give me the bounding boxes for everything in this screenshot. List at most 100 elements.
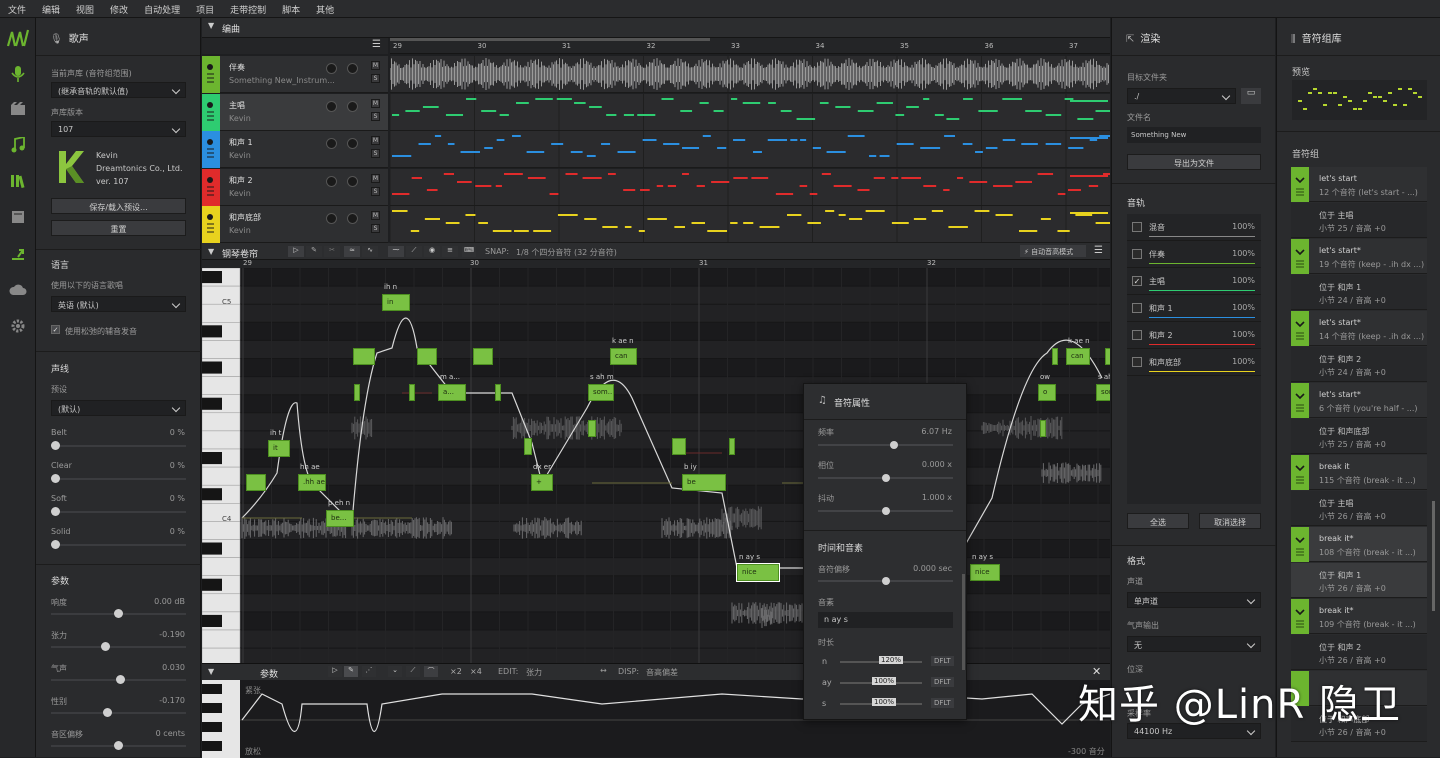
note-group-item[interactable]: let's start 12 个音符 (let's start - ...) <box>1291 167 1427 202</box>
menu-modify[interactable]: 修改 <box>102 0 136 16</box>
waveform-toggle-icon[interactable]: ◉ <box>424 246 440 257</box>
note-block[interactable]: + <box>531 474 553 491</box>
group-reference-item[interactable]: 位于 和声 2 小节 24 / 音高 +0 <box>1291 347 1427 382</box>
note-block[interactable] <box>473 348 493 365</box>
track-lane[interactable] <box>390 131 1110 168</box>
note-block[interactable] <box>588 420 596 437</box>
default-button[interactable]: DFLT <box>931 656 954 666</box>
menu-icon[interactable]: ☰ <box>372 39 381 50</box>
belt-slider[interactable] <box>51 441 186 450</box>
breath-output-select[interactable]: 无 <box>1127 636 1261 652</box>
note-block[interactable]: nice <box>737 564 779 581</box>
settings-gear-icon[interactable] <box>0 308 36 344</box>
solo-button[interactable]: S <box>371 149 380 158</box>
pan-knob[interactable] <box>347 100 358 112</box>
breathiness-slider[interactable] <box>51 675 186 684</box>
track-header[interactable]: 伴奏 Something New_Instrum... M S <box>202 56 388 93</box>
pointer-tool-icon[interactable]: ▷ <box>288 246 304 257</box>
slider-knob[interactable] <box>51 507 60 516</box>
slider-knob[interactable] <box>114 609 123 618</box>
menu-view[interactable]: 视图 <box>68 0 102 16</box>
group-reference-item[interactable]: 位于 和声底部 小节 25 / 音高 +0 <box>1291 419 1427 454</box>
group-reference-item[interactable]: 位于 和声 1 小节 26 / 音高 +0 <box>1291 563 1427 598</box>
filename-input[interactable]: Something New <box>1127 127 1261 143</box>
slider-knob[interactable] <box>116 675 125 684</box>
version-select[interactable]: 107 <box>51 121 186 137</box>
tension-slider[interactable] <box>51 642 186 651</box>
default-button[interactable]: DFLT <box>931 698 954 708</box>
gender-slider[interactable] <box>51 708 186 717</box>
offset-slider[interactable] <box>818 577 953 585</box>
group-reference-item[interactable]: 位于 和声 2 小节 26 / 音高 +0 <box>1291 635 1427 670</box>
note-block[interactable]: a... <box>438 384 466 401</box>
group-reference-item[interactable]: 位于 和声 1 小节 24 / 音高 +0 <box>1291 275 1427 310</box>
library-icon[interactable] <box>0 163 36 199</box>
duration-value[interactable]: 100% <box>872 677 897 685</box>
pitch-offset-slider[interactable] <box>51 741 186 750</box>
export-icon[interactable] <box>0 236 36 272</box>
language-select[interactable]: 英语 (默认) <box>51 296 186 312</box>
pitch-tool-icon[interactable]: ≈ <box>344 246 360 257</box>
group-chevron-icon[interactable] <box>1291 311 1309 346</box>
menu-icon[interactable]: ☰ <box>1094 245 1103 256</box>
folder-browse-icon[interactable]: ▭ <box>1241 88 1261 104</box>
channel-select[interactable]: 单声道 <box>1127 592 1261 608</box>
track-lane[interactable] <box>390 206 1110 243</box>
group-reference-item[interactable]: 位于 主唱 小节 25 / 音高 +0 <box>1291 203 1427 238</box>
mute-button[interactable]: M <box>371 211 380 220</box>
note-block[interactable]: be <box>682 474 726 491</box>
mute-button[interactable]: M <box>371 61 380 70</box>
track-checkbox[interactable] <box>1132 357 1142 367</box>
slider-knob[interactable] <box>51 540 60 549</box>
mute-button[interactable]: M <box>371 98 380 108</box>
note-group-item[interactable]: break it 115 个音符 (break - it ...) <box>1291 455 1427 490</box>
track-checkbox[interactable] <box>1132 303 1142 313</box>
group-chevron-icon[interactable] <box>1291 455 1309 490</box>
note-block[interactable] <box>409 384 415 401</box>
slider-knob[interactable] <box>103 708 112 717</box>
mute-button[interactable]: M <box>371 136 380 145</box>
note-block[interactable] <box>495 384 501 401</box>
menu-transport[interactable]: 走带控制 <box>222 0 274 16</box>
pan-knob[interactable] <box>347 213 358 224</box>
mute-button[interactable]: M <box>371 173 380 183</box>
slider-knob[interactable] <box>882 474 890 482</box>
pan-knob[interactable] <box>347 63 358 74</box>
menu-edit[interactable]: 编辑 <box>34 0 68 16</box>
group-chevron-icon[interactable] <box>1291 383 1309 418</box>
volume-knob[interactable] <box>326 175 337 187</box>
keyboard-icon[interactable]: ⌨ <box>462 246 476 257</box>
note-block[interactable] <box>417 348 437 365</box>
auto-pitch-button[interactable]: ⚡ 自动音高模式 <box>1020 245 1086 257</box>
piano-roll[interactable]: C5 C4 it ih t .hh ae hh ae be... p eh n in ih n… <box>202 268 1110 663</box>
track-lane[interactable] <box>390 56 1110 93</box>
slider-knob[interactable] <box>890 441 898 449</box>
note-block[interactable] <box>1105 348 1110 365</box>
note-block[interactable]: .hh ae <box>298 474 326 491</box>
note-group-item[interactable]: break it* 108 个音符 (break - it ...) <box>1291 527 1427 562</box>
export-file-button[interactable]: 导出为文件 <box>1127 154 1261 170</box>
collapse-chevron-icon[interactable]: ▼ <box>208 247 214 256</box>
slider-knob[interactable] <box>51 474 60 483</box>
relaxed-consonant-checkbox[interactable]: ✓ <box>51 325 60 334</box>
note-block[interactable]: it <box>268 440 290 457</box>
preset-select[interactable]: (默认) <box>51 400 186 416</box>
duration-value[interactable]: 100% <box>872 698 897 706</box>
track-checkbox[interactable]: ✓ <box>1132 276 1142 286</box>
slider-knob[interactable] <box>51 441 60 450</box>
track-lane[interactable] <box>390 168 1110 206</box>
track-header[interactable]: 主唱 Kevin M S <box>202 93 388 131</box>
render-track-row[interactable]: ✓ 主唱 100% <box>1127 268 1261 295</box>
pan-knob[interactable] <box>347 175 358 187</box>
panel-scrollbar[interactable] <box>962 574 965 670</box>
render-track-row[interactable]: 混音 100% <box>1127 214 1261 241</box>
track-checkbox[interactable] <box>1132 330 1142 340</box>
volume-knob[interactable] <box>326 100 337 112</box>
note-block[interactable]: som <box>1096 384 1110 401</box>
track-header[interactable]: 和声底部 Kevin M S <box>202 206 388 243</box>
volume-knob[interactable] <box>326 63 337 74</box>
track-checkbox[interactable] <box>1132 249 1142 259</box>
deselect-button[interactable]: 取消选择 <box>1199 513 1261 529</box>
folder-input[interactable]: ./ <box>1127 88 1236 104</box>
slider-knob[interactable] <box>114 741 123 750</box>
